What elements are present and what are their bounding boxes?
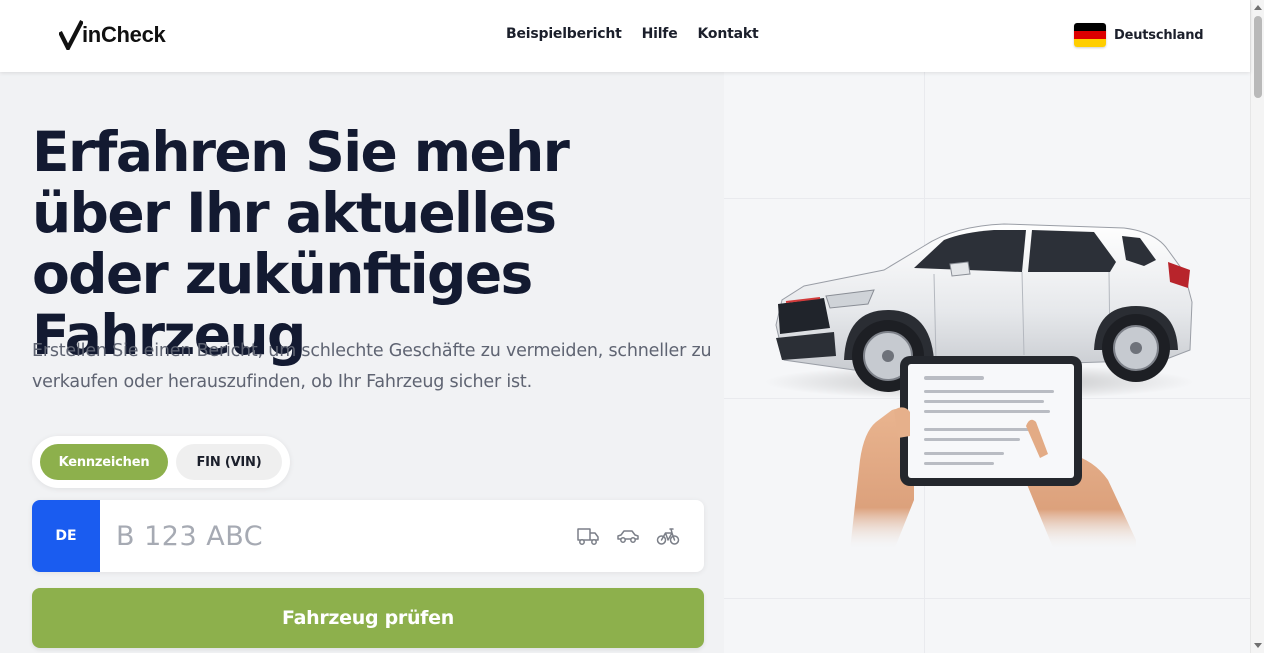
- country-selector[interactable]: Deutschland: [1074, 23, 1204, 47]
- nav-link-beispielbericht[interactable]: Beispielbericht: [506, 26, 622, 42]
- hero-subtitle: Erstellen Sie einen Bericht, um schlecht…: [32, 341, 712, 392]
- truck-icon[interactable]: [576, 525, 600, 547]
- license-plate-field: DE: [32, 500, 704, 572]
- bicycle-icon[interactable]: [656, 525, 680, 547]
- search-type-toggle: Kennzeichen FIN (VIN): [32, 436, 290, 488]
- car-icon[interactable]: [616, 525, 640, 547]
- site-header: inCheck Beispielbericht Hilfe Kontakt De…: [0, 0, 1250, 72]
- car-report-illustration: [764, 223, 1194, 550]
- main-nav: Beispielbericht Hilfe Kontakt: [506, 26, 759, 42]
- scroll-down-arrow-icon[interactable]: [1254, 643, 1262, 648]
- nav-link-hilfe[interactable]: Hilfe: [642, 26, 678, 42]
- license-plate-input[interactable]: [116, 518, 536, 554]
- logo-text: inCheck: [82, 22, 166, 47]
- logo[interactable]: inCheck: [59, 18, 166, 52]
- page-scrollbar[interactable]: [1250, 0, 1264, 653]
- checkmark-logo-icon: [59, 20, 83, 50]
- check-vehicle-button[interactable]: Fahrzeug prüfen: [32, 588, 704, 648]
- country-label: Deutschland: [1114, 27, 1204, 43]
- nav-link-kontakt[interactable]: Kontakt: [698, 26, 759, 42]
- plate-country-badge: DE: [32, 500, 100, 572]
- germany-flag-icon: [1074, 23, 1106, 47]
- grid-line: [724, 598, 1250, 599]
- scrollbar-thumb[interactable]: [1254, 16, 1262, 98]
- scroll-up-arrow-icon[interactable]: [1254, 5, 1262, 10]
- tab-fin-vin[interactable]: FIN (VIN): [176, 444, 282, 480]
- grid-line: [724, 198, 1250, 199]
- tab-kennzeichen[interactable]: Kennzeichen: [40, 444, 168, 480]
- hero-title: Erfahren Sie mehr über Ihr aktuelles ode…: [32, 120, 570, 367]
